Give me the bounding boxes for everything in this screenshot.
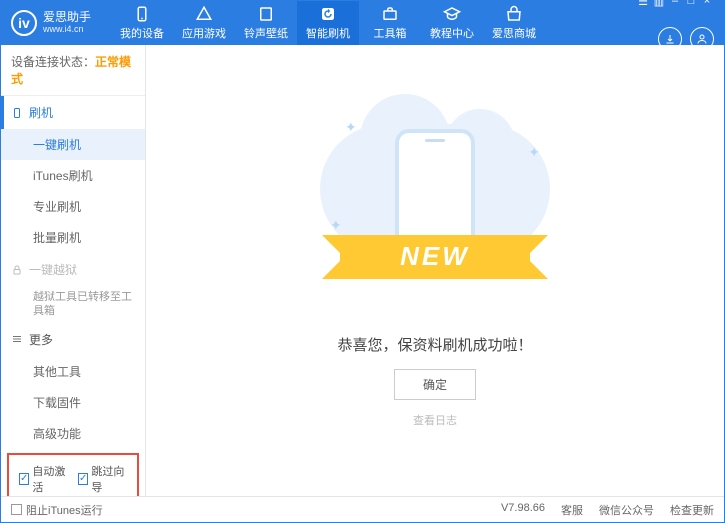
app-url: www.i4.cn [43,25,91,35]
main-area: 设备连接状态：正常模式 刷机 一键刷机 iTunes刷机 专业刷机 批量刷机 一… [1,45,724,496]
nav-smart-flash[interactable]: 智能刷机 [297,1,359,45]
wallpaper-icon [257,5,275,23]
top-nav: 我的设备 应用游戏 铃声壁纸 智能刷机 工具箱 教程中心 [111,1,545,45]
device-status: 设备连接状态：正常模式 [1,45,145,96]
nav-my-device[interactable]: 我的设备 [111,1,173,45]
close-button[interactable]: × [700,0,714,7]
new-ribbon: NEW [340,235,530,279]
sidebar-group-jailbreak: 一键越狱 [1,253,145,286]
titlebar-right: ☰ ▥ – □ × [636,0,714,51]
checkbox-auto-activate[interactable]: ✓ 自动激活 [19,463,68,495]
content-pane: ✦ ✦ ✦ NEW 恭喜您，保资料刷机成功啦！ 确定 查看日志 [146,45,724,496]
app-window: iv 爱思助手 www.i4.cn 我的设备 应用游戏 铃声壁纸 智能刷机 [0,0,725,523]
sidebar: 设备连接状态：正常模式 刷机 一键刷机 iTunes刷机 专业刷机 批量刷机 一… [1,45,146,496]
download-icon [664,33,676,45]
jailbreak-note: 越狱工具已转移至工具箱 [1,286,145,323]
link-wechat[interactable]: 微信公众号 [599,502,654,518]
success-message: 恭喜您，保资料刷机成功啦！ [337,334,532,355]
view-log-link[interactable]: 查看日志 [413,412,457,428]
success-illustration: ✦ ✦ ✦ NEW [325,114,545,314]
skin-button[interactable]: ▥ [652,0,666,7]
checkbox-icon: ✓ [19,473,29,485]
apps-icon [195,5,213,23]
statusbar: 阻止iTunes运行 V7.98.66 客服 微信公众号 检查更新 [1,496,724,522]
star-icon: ✦ [330,217,342,234]
sidebar-group-more[interactable]: 更多 [1,323,145,356]
titlebar: iv 爱思助手 www.i4.cn 我的设备 应用游戏 铃声壁纸 智能刷机 [1,1,724,45]
sidebar-item-other-tools[interactable]: 其他工具 [1,356,145,387]
sidebar-item-download-firmware[interactable]: 下载固件 [1,387,145,418]
phone-small-icon [11,107,23,119]
menu-button[interactable]: ☰ [636,0,650,7]
nav-toolbox[interactable]: 工具箱 [359,1,421,45]
nav-store[interactable]: 爱思商城 [483,1,545,45]
nav-apps-games[interactable]: 应用游戏 [173,1,235,45]
sidebar-item-batch-flash[interactable]: 批量刷机 [1,222,145,253]
options-highlight-box: ✓ 自动激活 ✓ 跳过向导 [7,453,139,496]
toolbox-icon [381,5,399,23]
checkbox-skip-guide[interactable]: ✓ 跳过向导 [78,463,127,495]
nav-ringtones-wallpapers[interactable]: 铃声壁纸 [235,1,297,45]
checkbox-icon: ✓ [78,473,88,485]
sidebar-item-advanced[interactable]: 高级功能 [1,418,145,449]
logo-icon: iv [11,10,37,36]
sidebar-item-itunes-flash[interactable]: iTunes刷机 [1,160,145,191]
nav-tutorials[interactable]: 教程中心 [421,1,483,45]
lock-icon [11,264,23,276]
star-icon: ✦ [345,119,357,136]
link-support[interactable]: 客服 [561,502,583,518]
user-icon [696,33,708,45]
star-icon: ✦ [528,144,540,161]
sidebar-item-pro-flash[interactable]: 专业刷机 [1,191,145,222]
sidebar-group-flash[interactable]: 刷机 [1,96,145,129]
checkbox-icon [11,504,22,515]
checkbox-block-itunes[interactable]: 阻止iTunes运行 [11,502,103,518]
hamburger-icon [11,333,23,345]
phone-icon [133,5,151,23]
maximize-button[interactable]: □ [684,0,698,7]
confirm-button[interactable]: 确定 [394,369,476,400]
link-check-update[interactable]: 检查更新 [670,502,714,518]
graduation-icon [443,5,461,23]
refresh-icon [319,5,337,23]
store-icon [505,5,523,23]
minimize-button[interactable]: – [668,0,682,7]
sidebar-item-one-click-flash[interactable]: 一键刷机 [1,129,145,160]
logo: iv 爱思助手 www.i4.cn [11,10,91,36]
version-label: V7.98.66 [501,502,545,518]
app-name: 爱思助手 [43,11,91,24]
